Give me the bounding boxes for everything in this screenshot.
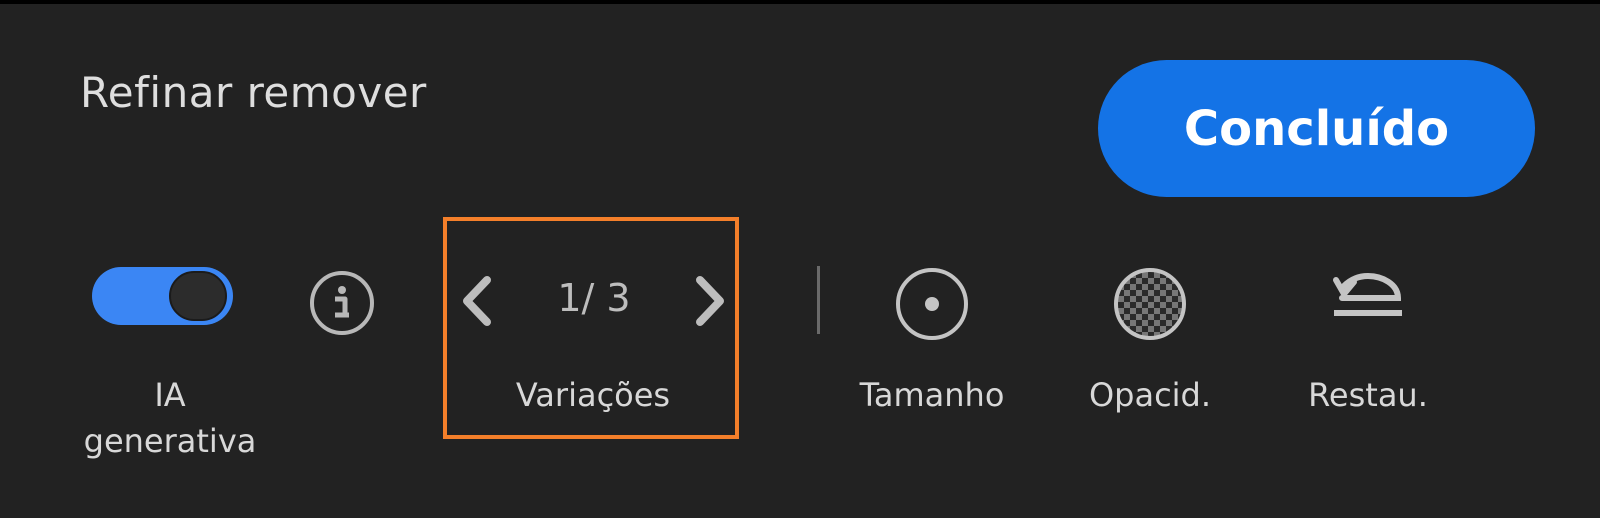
brush-size-icon[interactable]	[894, 266, 970, 342]
undo-icon[interactable]	[1330, 270, 1406, 330]
generative-ai-label-line1: IA	[154, 376, 186, 414]
size-label: Tamanho	[859, 376, 1005, 414]
generative-ai-toggle[interactable]	[92, 267, 233, 325]
info-icon[interactable]	[309, 270, 375, 336]
variations-label: Variações	[515, 376, 671, 414]
variation-counter: 1/ 3	[557, 276, 631, 320]
opacity-checker-icon[interactable]	[1112, 266, 1188, 342]
panel-title: Refinar remover	[80, 68, 427, 117]
restore-label: Restau.	[1308, 376, 1428, 414]
toolbar-divider	[817, 266, 820, 334]
next-variation-icon[interactable]	[690, 274, 730, 328]
toggle-knob	[169, 271, 227, 321]
generative-ai-label: IA generativa	[80, 372, 260, 464]
opacity-label: Opacid.	[1088, 376, 1212, 414]
done-button[interactable]: Concluído	[1098, 60, 1535, 197]
refine-remove-panel: Refinar remover Concluído IA generativa …	[0, 4, 1600, 518]
generative-ai-label-line2: generativa	[83, 422, 257, 460]
previous-variation-icon[interactable]	[457, 274, 497, 328]
